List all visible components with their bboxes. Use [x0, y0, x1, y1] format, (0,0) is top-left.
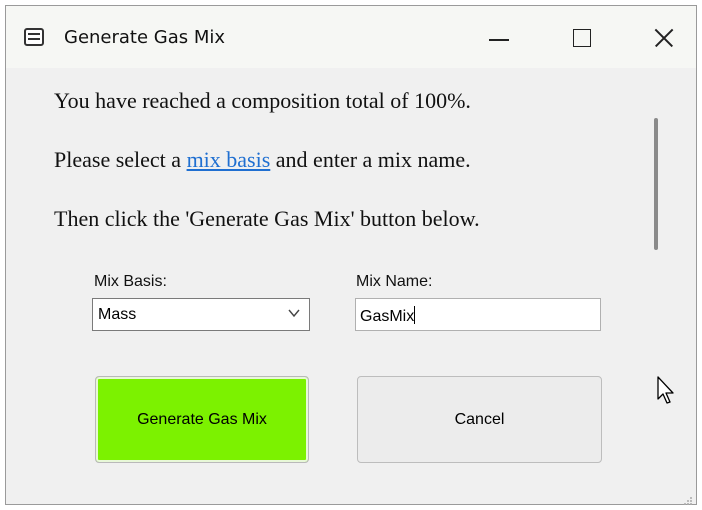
maximize-button[interactable]: [558, 16, 604, 56]
mix-basis-link[interactable]: mix basis: [187, 147, 271, 172]
message-line-2-prefix: Please select a: [54, 147, 187, 172]
mix-name-value: GasMix: [360, 308, 415, 325]
window-title: Generate Gas Mix: [64, 27, 226, 48]
generate-gas-mix-label: Generate Gas Mix: [137, 410, 267, 428]
text-caret: [414, 306, 416, 324]
message-line-2: Please select a mix basis and enter a mi…: [54, 147, 471, 173]
mix-name-label: Mix Name:: [356, 273, 433, 290]
title-bar[interactable]: Generate Gas Mix: [6, 6, 696, 68]
message-line-1: You have reached a composition total of …: [54, 88, 471, 113]
generate-gas-mix-button[interactable]: Generate Gas Mix: [95, 376, 309, 463]
mix-name-input[interactable]: GasMix: [355, 298, 601, 331]
cancel-button[interactable]: Cancel: [357, 376, 602, 463]
chevron-down-icon: [288, 309, 300, 318]
resize-grip-icon[interactable]: [683, 496, 693, 506]
mix-basis-label: Mix Basis:: [94, 273, 167, 290]
close-button[interactable]: [641, 16, 687, 56]
mouse-pointer-icon: [657, 376, 674, 404]
mix-basis-dropdown[interactable]: Mass: [92, 298, 310, 331]
mix-basis-value: Mass: [98, 306, 137, 323]
minimize-button[interactable]: [476, 16, 522, 56]
scrollbar-thumb[interactable]: [654, 118, 658, 250]
app-icon[interactable]: [24, 28, 44, 46]
message-line-3: Then click the 'Generate Gas Mix' button…: [54, 206, 480, 231]
cancel-label: Cancel: [454, 410, 505, 428]
message-line-2-suffix: and enter a mix name.: [270, 147, 471, 172]
